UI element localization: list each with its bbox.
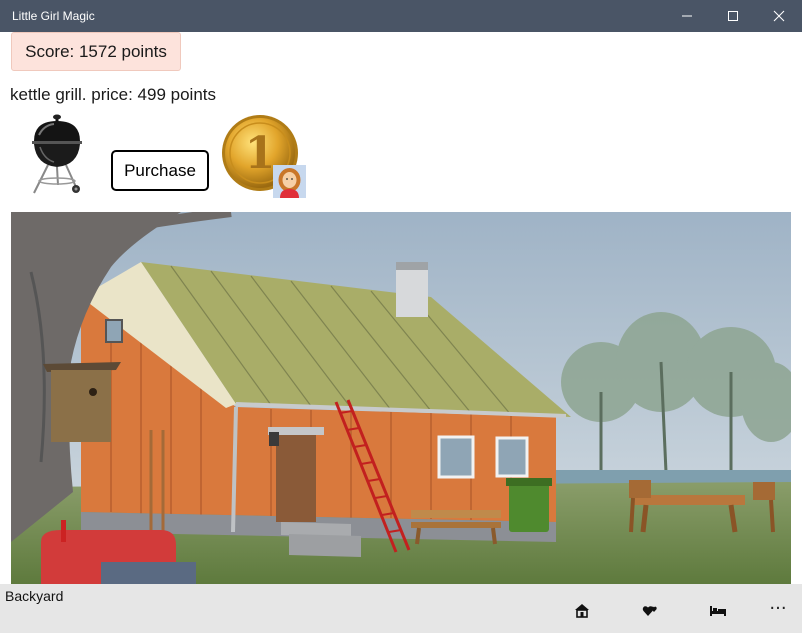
- purchase-button[interactable]: Purchase: [111, 150, 209, 191]
- title-bar: Little Girl Magic: [0, 0, 802, 32]
- close-icon: [773, 10, 785, 22]
- gold-coin-icon: 1: [220, 113, 308, 201]
- close-button[interactable]: [756, 0, 802, 32]
- bedroom-button[interactable]: [700, 592, 736, 628]
- girl-avatar-icon: [273, 165, 306, 198]
- location-label: Backyard: [5, 588, 64, 604]
- bed-icon: [710, 606, 726, 616]
- window-title: Little Girl Magic: [12, 9, 95, 23]
- hearts-icon: [642, 606, 657, 616]
- favorites-button[interactable]: [633, 592, 669, 628]
- minimize-icon: [682, 15, 692, 17]
- bottom-app-bar: Backyard ···: [0, 584, 802, 633]
- home-button[interactable]: [564, 592, 600, 628]
- maximize-icon: [728, 11, 738, 21]
- coin-numeral: 1: [245, 128, 276, 179]
- minimize-button[interactable]: [664, 0, 710, 32]
- score-display: Score: 1572 points: [11, 32, 181, 71]
- item-description: kettle grill. price: 499 points: [10, 85, 216, 104]
- house-icon: [575, 604, 589, 618]
- maximize-button[interactable]: [710, 0, 756, 32]
- kettle-grill-icon: [24, 113, 90, 197]
- backyard-scene: [11, 212, 791, 584]
- more-button[interactable]: ···: [762, 592, 794, 624]
